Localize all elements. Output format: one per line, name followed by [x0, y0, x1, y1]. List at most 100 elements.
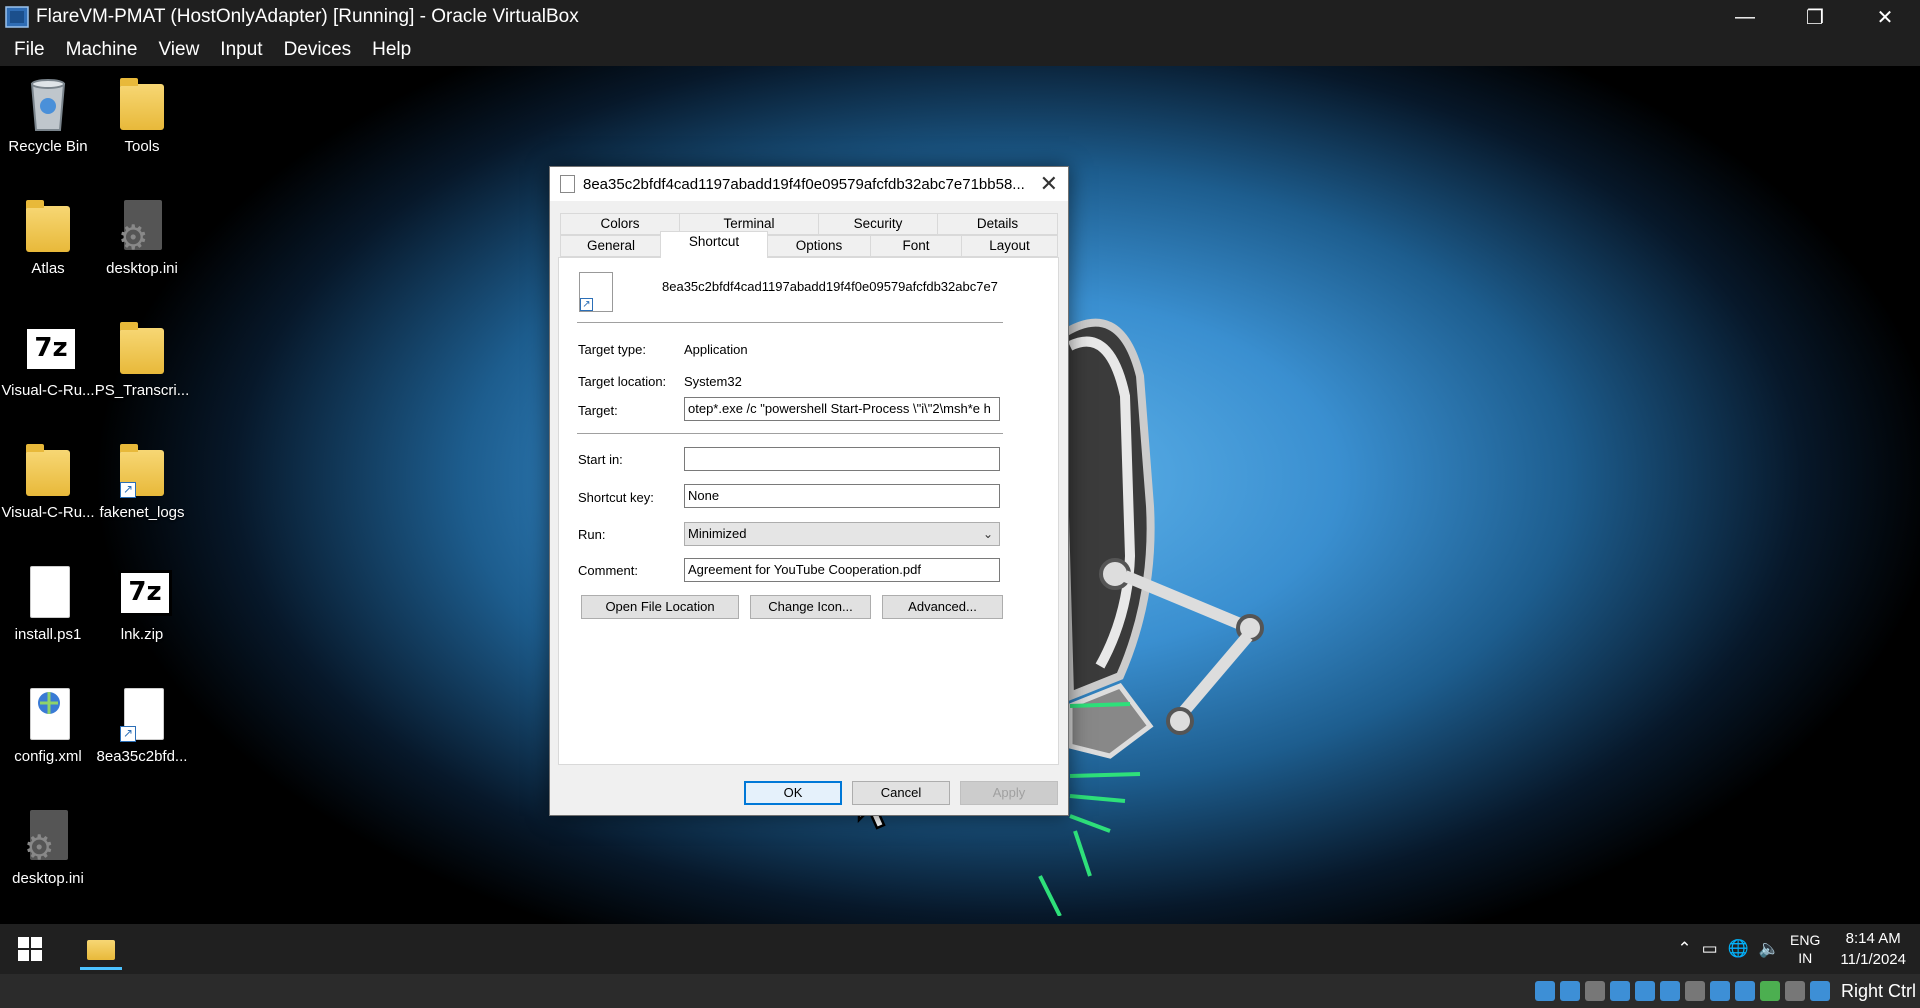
target-location-value[interactable]: System32	[684, 374, 742, 389]
minimize-icon[interactable]: —	[1710, 0, 1780, 34]
tab-options[interactable]: Options	[767, 235, 871, 257]
desktop-icon-shortcut-8ea35c[interactable]: ↗ 8ea35c2bfd...	[94, 684, 190, 765]
run-select[interactable]: Minimized ⌄	[684, 522, 1000, 546]
floppy-icon[interactable]	[1584, 981, 1605, 1001]
desktop-icon-desktop-ini-2[interactable]: desktop.ini	[0, 806, 96, 887]
menu-devices[interactable]: Devices	[277, 39, 359, 61]
file-explorer-taskbar-button[interactable]	[78, 930, 124, 970]
start-in-input[interactable]	[684, 447, 1000, 471]
tab-general[interactable]: General	[560, 235, 662, 257]
desktop-icon-desktop-ini[interactable]: desktop.ini	[94, 196, 190, 277]
restore-icon[interactable]: ❐	[1780, 0, 1850, 34]
divider	[577, 433, 1003, 434]
menu-view[interactable]: View	[151, 39, 206, 61]
desktop-icon-lnk-zip[interactable]: 7z lnk.zip	[94, 562, 190, 643]
advanced-button[interactable]: Advanced...	[882, 595, 1003, 619]
close-icon[interactable]: ✕	[1850, 0, 1920, 34]
folder-icon	[114, 318, 170, 378]
file-icon	[20, 562, 76, 622]
host-key-label: Right Ctrl	[1840, 980, 1916, 1001]
shared-folders-icon[interactable]	[1684, 981, 1705, 1001]
menu-file[interactable]: File	[7, 39, 52, 61]
speaker-icon[interactable]: 🔈	[1759, 939, 1780, 959]
open-file-location-button[interactable]: Open File Location	[581, 595, 739, 619]
comment-input[interactable]: Agreement for YouTube Cooperation.pdf	[684, 558, 1000, 582]
desktop-icon-label: desktop.ini	[12, 870, 84, 887]
desktop-icon-atlas[interactable]: Atlas	[0, 196, 96, 277]
desktop-icon-label: lnk.zip	[120, 626, 164, 643]
tab-shortcut[interactable]: Shortcut	[660, 231, 768, 258]
desktop-icon-ps-transcripts[interactable]: PS_Transcri...	[94, 318, 190, 399]
folder-icon	[87, 940, 115, 960]
tab-security[interactable]: Security	[818, 213, 938, 235]
language-code: ENG	[1790, 932, 1821, 948]
clock[interactable]: 8:14 AM 11/1/2024	[1840, 928, 1906, 970]
ok-button[interactable]: OK	[744, 781, 842, 805]
desktop-icon-config-xml[interactable]: config.xml	[0, 684, 96, 765]
active-indicator	[80, 967, 122, 970]
change-icon-button[interactable]: Change Icon...	[750, 595, 871, 619]
battery-icon[interactable]: ▭	[1702, 939, 1718, 959]
run-label: Run:	[578, 527, 606, 542]
target-label: Target:	[578, 403, 618, 418]
display-icon[interactable]	[1709, 981, 1730, 1001]
tab-strip: Colors Terminal Security Details General…	[560, 213, 1058, 258]
tab-layout[interactable]: Layout	[961, 235, 1058, 257]
menu-input[interactable]: Input	[213, 39, 269, 61]
taskbar: ⌃ ▭ 🌐 🔈 ENG IN 8:14 AM 11/1/2024	[0, 924, 1920, 974]
desktop-icon-label: install.ps1	[14, 626, 82, 643]
vbox-titlebar: FlareVM-PMAT (HostOnlyAdapter) [Running]…	[0, 0, 1920, 34]
audio-icon[interactable]	[1609, 981, 1630, 1001]
desktop-icon-label: Visual-C-Ru...	[1, 504, 95, 521]
desktop-icon-label: 8ea35c2bfd...	[96, 748, 188, 765]
recycle-bin-icon	[20, 74, 76, 134]
settings-file-icon	[114, 196, 170, 258]
desktop-icon-label: Tools	[124, 138, 160, 155]
shortcut-file-icon: ↗	[114, 684, 170, 744]
desktop-icon-install-ps1[interactable]: install.ps1	[0, 562, 96, 643]
folder-icon	[114, 74, 170, 134]
desktop-icon-visual-c-runtime-zip[interactable]: 7z Visual-C-Ru...	[0, 318, 96, 399]
target-input[interactable]: otep*.exe /c "powershell Start-Process \…	[684, 397, 1000, 421]
dialog-title: 8ea35c2bfdf4cad1197abadd19f4f0e09579afcf…	[583, 175, 1025, 193]
hard-disk-icon[interactable]	[1534, 981, 1555, 1001]
menu-machine[interactable]: Machine	[59, 39, 145, 61]
window-title: FlareVM-PMAT (HostOnlyAdapter) [Running]…	[36, 6, 579, 27]
folder-icon	[20, 196, 76, 256]
desktop-icon-label: Visual-C-Ru...	[1, 382, 95, 399]
xml-file-icon	[20, 684, 76, 744]
usb-icon[interactable]	[1659, 981, 1680, 1001]
folder-icon	[20, 440, 76, 500]
mouse-integration-icon[interactable]	[1784, 981, 1805, 1001]
desktop-icon-recycle-bin[interactable]: Recycle Bin	[0, 74, 96, 155]
apply-button[interactable]: Apply	[960, 781, 1058, 805]
virtualbox-icon	[5, 6, 29, 28]
tab-font[interactable]: Font	[870, 235, 962, 257]
desktop-icon-fakenet-logs[interactable]: ↗ fakenet_logs	[94, 440, 190, 521]
desktop-icon-label: PS_Transcri...	[94, 382, 190, 399]
desktop-icon-label: Recycle Bin	[8, 138, 88, 155]
desktop-icon-label: desktop.ini	[106, 260, 178, 277]
recording-icon[interactable]	[1734, 981, 1755, 1001]
globe-icon[interactable]: 🌐	[1728, 939, 1749, 959]
chevron-down-icon: ⌄	[982, 527, 993, 541]
start-in-label: Start in:	[578, 452, 623, 467]
cancel-button[interactable]: Cancel	[852, 781, 950, 805]
menu-help[interactable]: Help	[365, 39, 418, 61]
language-indicator[interactable]: ENG IN	[1790, 931, 1820, 967]
desktop-icon-visual-c-runtime-folder[interactable]: Visual-C-Ru...	[0, 440, 96, 521]
divider	[577, 322, 1003, 323]
keyboard-capture-icon[interactable]	[1809, 981, 1830, 1001]
chevron-up-icon[interactable]: ⌃	[1677, 939, 1691, 959]
desktop-icon-tools[interactable]: Tools	[94, 74, 190, 155]
shortcut-tab-panel: ↗ 8ea35c2bfdf4cad1197abadd19f4f0e09579af…	[558, 257, 1059, 765]
cpu-icon[interactable]	[1759, 981, 1780, 1001]
clock-time: 8:14 AM	[1845, 930, 1901, 947]
shortcut-key-input[interactable]: None	[684, 484, 1000, 508]
optical-drive-icon[interactable]	[1559, 981, 1580, 1001]
network-icon[interactable]	[1634, 981, 1655, 1001]
settings-file-icon	[20, 806, 76, 868]
close-icon[interactable]: ✕	[1040, 171, 1058, 197]
tab-details[interactable]: Details	[937, 213, 1058, 235]
windows-start-icon[interactable]	[18, 937, 42, 961]
